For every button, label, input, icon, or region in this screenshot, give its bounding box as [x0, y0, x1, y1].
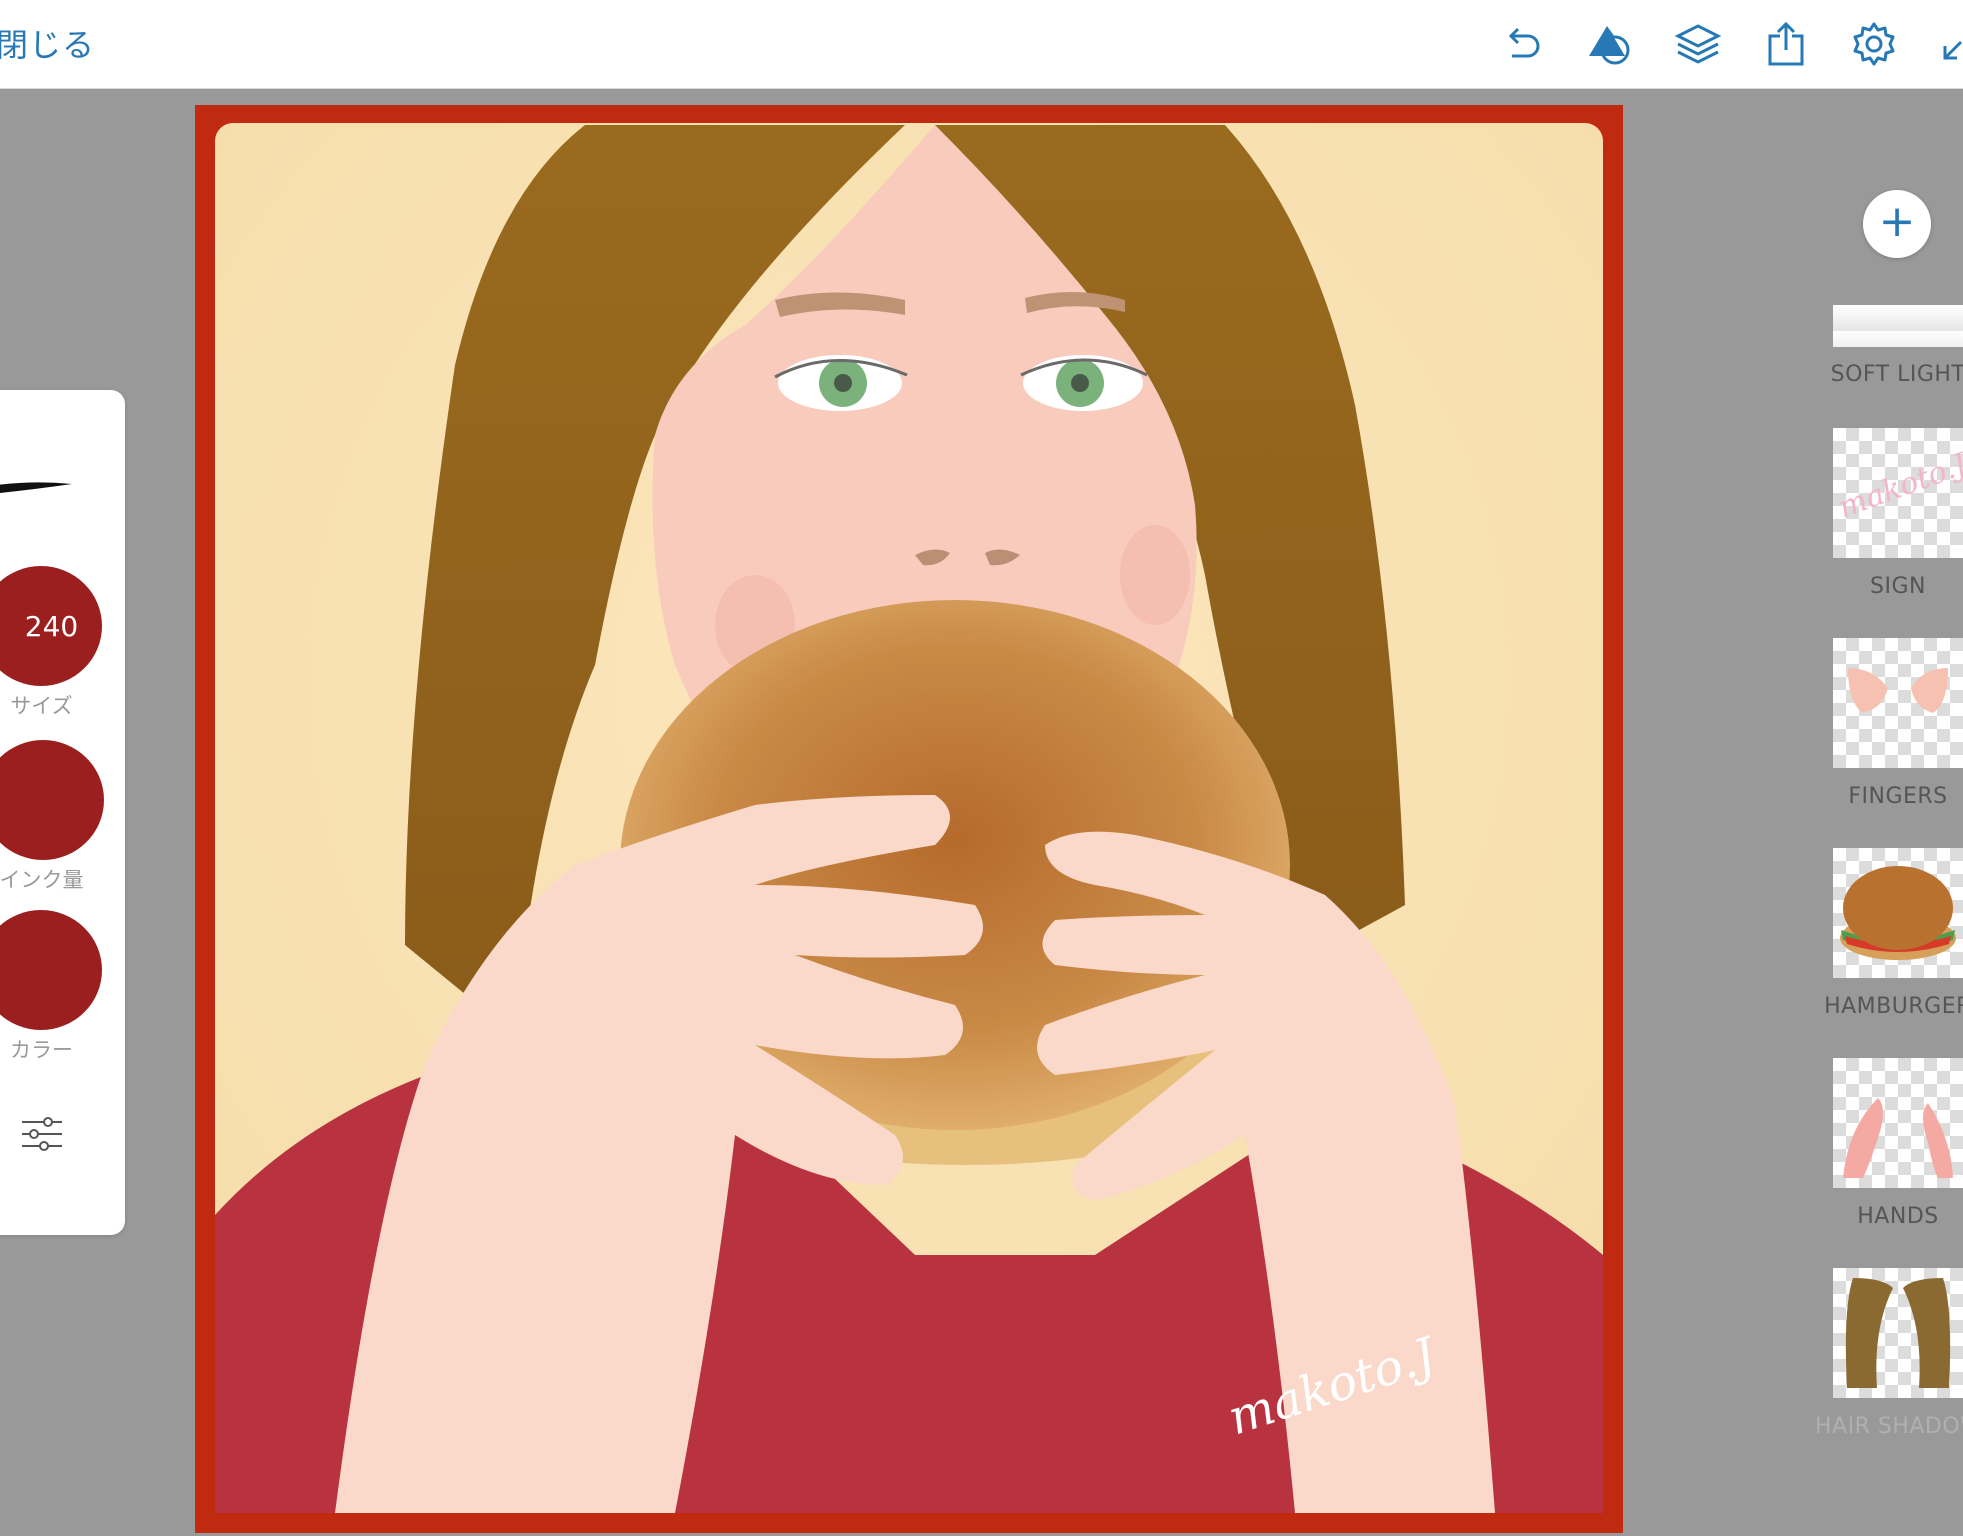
close-button[interactable]: 閉じる: [0, 20, 95, 66]
plus-icon: +: [1878, 196, 1916, 247]
layer-thumb-sign[interactable]: makoto.J: [1833, 428, 1963, 558]
layer-name-hands[interactable]: HANDS: [1815, 1204, 1963, 1229]
collapse-arrow-icon[interactable]: [1935, 20, 1963, 68]
layer-thumb-soft-light[interactable]: [1833, 305, 1963, 347]
undo-icon[interactable]: [1498, 20, 1546, 68]
layer-name-fingers[interactable]: FINGERS: [1815, 784, 1963, 809]
layer-name-sign[interactable]: SIGN: [1815, 574, 1963, 599]
add-layer-button[interactable]: +: [1863, 190, 1931, 258]
settings-gear-icon[interactable]: [1850, 20, 1898, 68]
layer-thumb-hands[interactable]: [1833, 1058, 1963, 1188]
brush-preview[interactable]: [0, 472, 90, 506]
layers-icon[interactable]: [1674, 20, 1722, 68]
drawing-canvas[interactable]: makoto.J: [195, 105, 1623, 1533]
brush-size-value: 240: [24, 610, 79, 643]
shape-tool-icon[interactable]: [1585, 20, 1633, 68]
artwork-illustration: makoto.J: [195, 105, 1623, 1533]
sliders-icon[interactable]: [20, 1112, 64, 1156]
layer-name-hamburger[interactable]: HAMBURGER: [1815, 994, 1963, 1019]
top-toolbar: 閉じる: [0, 0, 1963, 89]
share-icon[interactable]: [1762, 20, 1810, 68]
layer-name-hair-shadow[interactable]: HAIR SHADOW: [1815, 1414, 1963, 1439]
layer-name-soft-light[interactable]: SOFT LIGHT: [1815, 362, 1963, 387]
layer-thumb-hair-shadow[interactable]: [1833, 1268, 1963, 1398]
layer-thumb-fingers[interactable]: [1833, 638, 1963, 768]
ink-amount-label: インク量: [0, 868, 84, 892]
layer-thumb-hamburger[interactable]: [1833, 848, 1963, 978]
svg-text:makoto.J: makoto.J: [1834, 446, 1963, 525]
brush-size-label: サイズ: [10, 694, 73, 718]
brush-color-label: カラー: [10, 1038, 73, 1062]
